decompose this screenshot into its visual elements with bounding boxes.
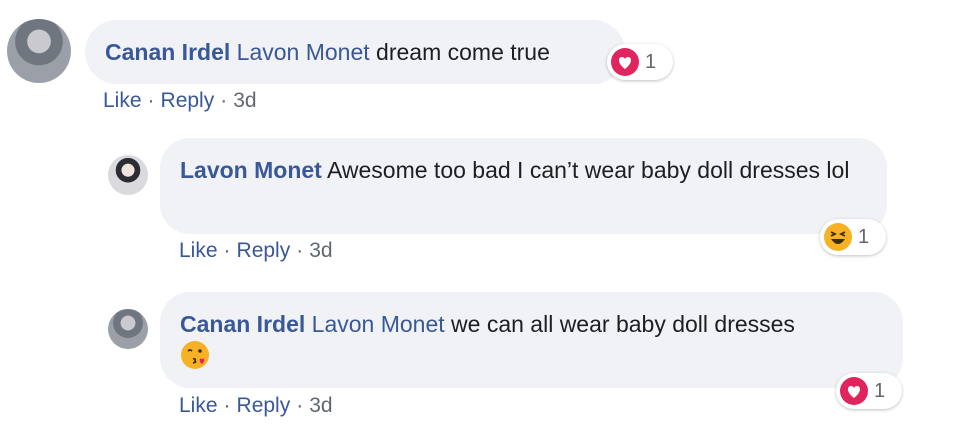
- comment-actions: Like · Reply · 3d: [103, 89, 257, 112]
- like-link[interactable]: Like: [103, 89, 142, 112]
- comment-actions: Like · Reply · 3d: [179, 394, 333, 417]
- avatar[interactable]: [7, 19, 71, 83]
- comment-author[interactable]: Canan Irdel: [105, 39, 230, 65]
- mention-link[interactable]: Lavon Monet: [237, 39, 370, 65]
- mention-link[interactable]: Lavon Monet: [312, 311, 445, 337]
- comment-text: we can all wear baby doll dresses: [444, 311, 795, 337]
- comment-author[interactable]: Canan Irdel: [180, 311, 305, 337]
- heart-reaction-icon: [840, 377, 868, 405]
- comment-bubble: Lavon Monet Awesome too bad I can’t wear…: [160, 138, 887, 234]
- reaction-summary[interactable]: 1: [607, 44, 673, 80]
- reaction-count: 1: [645, 50, 657, 73]
- reply-link[interactable]: Reply: [237, 394, 291, 417]
- comment-text: dream come true: [369, 39, 550, 65]
- avatar[interactable]: [108, 309, 148, 349]
- reaction-count: 1: [874, 379, 886, 402]
- reaction-summary[interactable]: 1: [820, 219, 886, 255]
- comment-bubble: Canan Irdel Lavon Monet dream come true: [85, 20, 625, 84]
- comment-actions: Like · Reply · 3d: [179, 239, 333, 262]
- avatar[interactable]: [108, 155, 148, 195]
- comment-author[interactable]: Lavon Monet: [180, 157, 322, 183]
- reaction-count: 1: [858, 225, 870, 248]
- comment-bubble: Canan Irdel Lavon Monet we can all wear …: [160, 292, 903, 388]
- laughing-face-reaction-icon: [824, 223, 852, 251]
- reply-link[interactable]: Reply: [161, 89, 215, 112]
- timestamp[interactable]: 3d: [309, 239, 332, 262]
- heart-reaction-icon: [611, 48, 639, 76]
- timestamp[interactable]: 3d: [233, 89, 256, 112]
- comment-text: Awesome too bad I can’t wear baby doll d…: [321, 157, 850, 183]
- like-link[interactable]: Like: [179, 239, 218, 262]
- reply-link[interactable]: Reply: [237, 239, 291, 262]
- like-link[interactable]: Like: [179, 394, 218, 417]
- reaction-summary[interactable]: 1: [836, 373, 902, 409]
- kissing-face-emoji: [181, 341, 209, 369]
- timestamp[interactable]: 3d: [309, 394, 332, 417]
